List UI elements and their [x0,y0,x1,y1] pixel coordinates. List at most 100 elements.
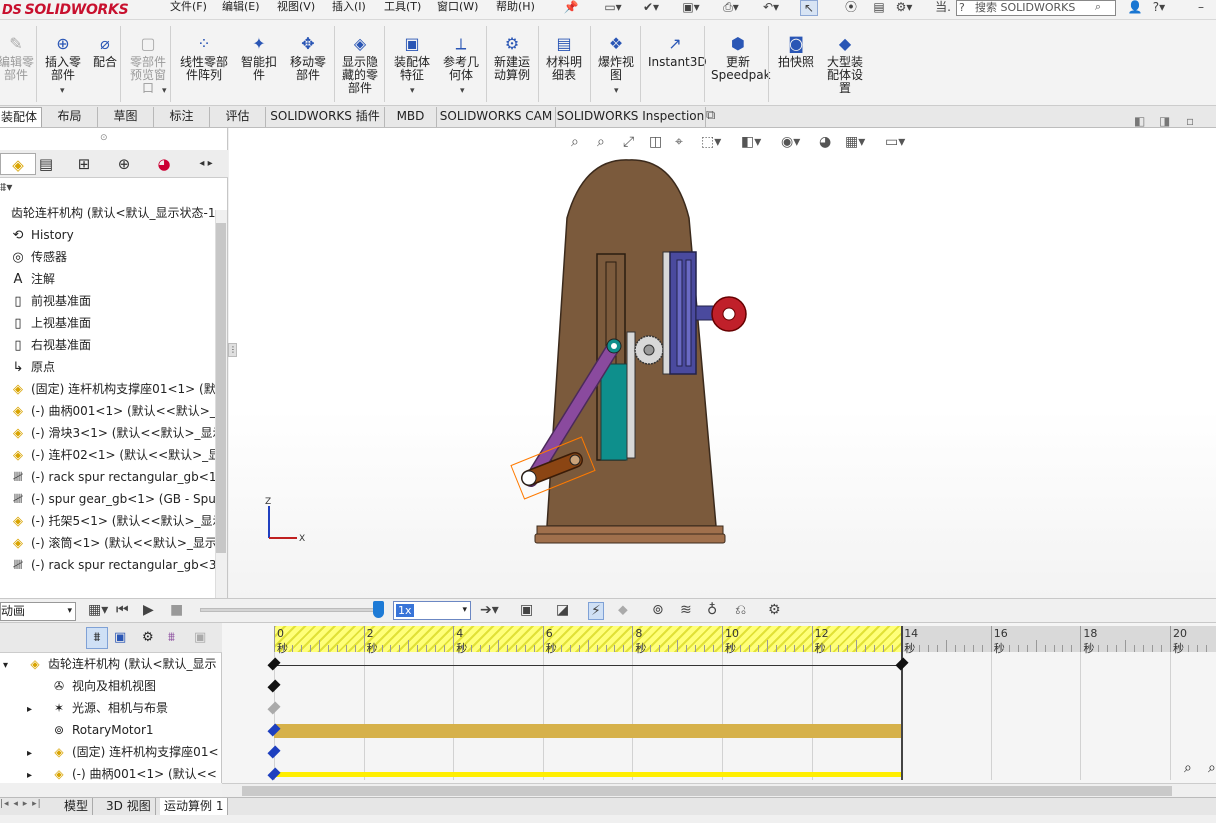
graphics-area[interactable]: ⌕ ⌕ ⤢ ◫ ⌖ ⬚▾ ◧▾ ◉▾ ◕ ▦▾ ▭▾ ◧ ◨ ▫ ⋮ Z X [228,114,1216,598]
minimize-icon[interactable]: – [1192,0,1210,16]
expand-right-icon[interactable]: ▸ [0,765,36,785]
ribbon-button-15[interactable]: ◙ 拍快照 [775,34,817,69]
tree-item[interactable]: A 注解 [8,268,224,290]
playback-mode-icon[interactable]: ➔▾ [480,602,499,618]
tree-item[interactable]: ▯ 前视基准面 [8,290,224,312]
motion-tree-row[interactable]: ▸ ◈ (固定) 连杆机构支撑座01< [0,741,222,763]
file-properties-icon[interactable]: ▤ [870,0,888,16]
spring-icon[interactable]: ≋ [680,602,692,618]
save-animation-icon[interactable]: ▣ [520,602,533,618]
play-icon[interactable]: ▶ [143,602,154,618]
autokey-icon[interactable]: ⚡ [588,602,604,620]
tree-scrollbar-thumb[interactable] [216,223,226,553]
animation-wizard-icon[interactable]: ◪ [556,602,569,618]
tab-command-3[interactable]: 标注 [154,107,210,127]
ribbon-button-13[interactable]: ↗ Instant3D [648,34,707,69]
ribbon-button-4[interactable]: ⁘ 线性零部 件阵列 [176,34,232,82]
tree-item[interactable]: ▯ 右视基准面 [8,334,224,356]
contact-icon[interactable]: ♁ [707,602,717,618]
panel-grip[interactable]: ⊙ [100,133,108,143]
zoom-timeline-icon[interactable]: ⌕ [1184,760,1192,776]
motion-tree-row[interactable]: ⊚ RotaryMotor1 [0,719,222,741]
bracket[interactable] [669,251,697,375]
rod-top-pin-hole[interactable] [611,343,617,349]
restore-panel-icon[interactable]: ◧ [1134,114,1145,128]
pin-icon[interactable]: 📌 [562,0,580,16]
menu-file[interactable]: 文件(F) [170,0,207,18]
roller-hub[interactable] [722,307,736,321]
ribbon-button-1[interactable]: ⊕ 插入零 部件 [42,34,84,82]
menu-window[interactable]: 窗口(W) [437,0,478,18]
save-icon[interactable]: ▣▾ [682,0,700,16]
chevron-down-icon[interactable]: ▾ [162,86,167,96]
print-icon[interactable]: ⎙▾ [722,0,740,16]
tab-command-2[interactable]: 草图 [98,107,154,127]
tab-command-8[interactable]: SOLIDWORKS Inspection [556,107,706,127]
ribbon-button-0[interactable]: ✎ 编辑零 部件 [0,34,36,82]
ribbon-button-14[interactable]: ⬢ 更新 Speedpak [711,34,771,82]
ribbon-button-10[interactable]: ⚙ 新建运 动算例 [490,34,534,82]
expand-right-icon[interactable]: ▸ [0,699,36,719]
ribbon-button-6[interactable]: ✥ 移动零 部件 [286,34,330,82]
filter-icon[interactable]: ⩩▾ [0,180,12,195]
tab-motion-study-1[interactable]: 运动算例 1 [160,798,229,815]
ribbon-button-12[interactable]: ❖ 爆炸视 图 [594,34,638,82]
options-icon[interactable]: ⚙▾ [895,0,913,16]
tree-item[interactable]: ◈ (固定) 连杆机构支撑座01<1> (默 [8,378,224,400]
time-bar[interactable] [901,626,904,780]
timeline-scrollbar-thumb[interactable] [242,786,1172,796]
menu-view[interactable]: 视图(V) [277,0,315,18]
tree-item[interactable]: 𝍸 (-) spur gear_gb<1> (GB - Spu [8,488,224,510]
tree-item[interactable]: ▯ 上视基准面 [8,312,224,334]
add-key-icon[interactable]: ⬥ [618,602,628,618]
ribbon-button-11[interactable]: ▤ 材料明 细表 [543,34,585,82]
filter-selected-icon[interactable]: ⚙ [142,630,154,645]
collapse-items-icon[interactable]: ▣ [194,630,206,645]
zoom-in-timeline-icon[interactable]: ⌕ [1208,760,1216,776]
playback-speed-select[interactable]: 1x ▾ [393,601,471,620]
filter-animated-icon[interactable]: ⩩ [86,627,108,649]
rack-1[interactable] [626,331,636,459]
tab-command-6[interactable]: MBD [385,107,437,127]
tree-item[interactable]: 𝍸 (-) rack spur rectangular_gb<1 [8,466,224,488]
tab-command-0[interactable]: 装配体 [0,107,42,127]
motion-tree-row[interactable]: ▾ ◈ 齿轮连杆机构 (默认<默认_显示 [0,653,222,675]
open-icon[interactable]: ✔▾ [642,0,660,16]
more-tabs-icon[interactable]: ⧉ [706,108,715,123]
motion-tree-row[interactable]: ✇ 视向及相机视图 [0,675,222,697]
timeline-bar-motor[interactable] [274,724,902,738]
crank-pin[interactable] [521,470,537,486]
bracket-slot-right[interactable] [685,259,692,367]
calculate-icon[interactable]: ▦▾ [88,602,108,618]
timeline-scrollbar[interactable] [222,783,1216,798]
tab-command-1[interactable]: 布局 [42,107,98,127]
property-manager-tab-icon[interactable]: ▤ [28,153,64,175]
tree-item[interactable]: 𝍸 (-) rack spur rectangular_gb<3 [8,554,224,576]
playback-slider-thumb[interactable] [373,601,384,618]
motion-tree-row[interactable]: ▸ ✶ 光源、相机与布景 [0,697,222,719]
base-plate-bottom[interactable] [534,533,726,544]
tree-item[interactable]: ◈ (-) 滚筒<1> (默认<<默认>_显示 [8,532,224,554]
menu-help[interactable]: 帮助(H) [496,0,535,18]
tree-item[interactable]: ◈ (-) 滑块3<1> (默认<<默认>_显示 [8,422,224,444]
gear-hub[interactable] [643,344,655,356]
tree-item[interactable]: ↳ 原点 [8,356,224,378]
motion-tree-row[interactable]: ▸ ◈ (-) 曲柄001<1> (默认<< [0,763,222,785]
short-label[interactable]: 当. [932,0,954,16]
timeline-bar-crank[interactable] [274,772,902,777]
expand-down-icon[interactable]: ▾ [0,655,12,675]
menu-insert[interactable]: 插入(I) [332,0,366,18]
ribbon-button-2[interactable]: ⌀ 配合 [90,34,120,69]
tab-command-4[interactable]: 评估 [210,107,266,127]
ribbon-button-9[interactable]: ⟂ 参考几 何体 [440,34,482,82]
stop-icon[interactable]: ■ [170,602,183,618]
chevron-down-icon[interactable]: ▾ [460,86,465,96]
select-icon[interactable]: ↖ [800,0,818,16]
playback-slider-track[interactable] [200,608,380,612]
dimxpert-tab-icon[interactable]: ⊕ [106,153,142,175]
tab-scroll-arrows-icon[interactable]: ◂ ▸ [188,153,224,175]
motor-icon[interactable]: ⊚ [652,602,664,618]
expand-right-icon[interactable]: ▸ [0,743,36,763]
play-from-start-icon[interactable]: ⏮ [116,602,129,618]
base-plate-top[interactable] [536,525,724,535]
